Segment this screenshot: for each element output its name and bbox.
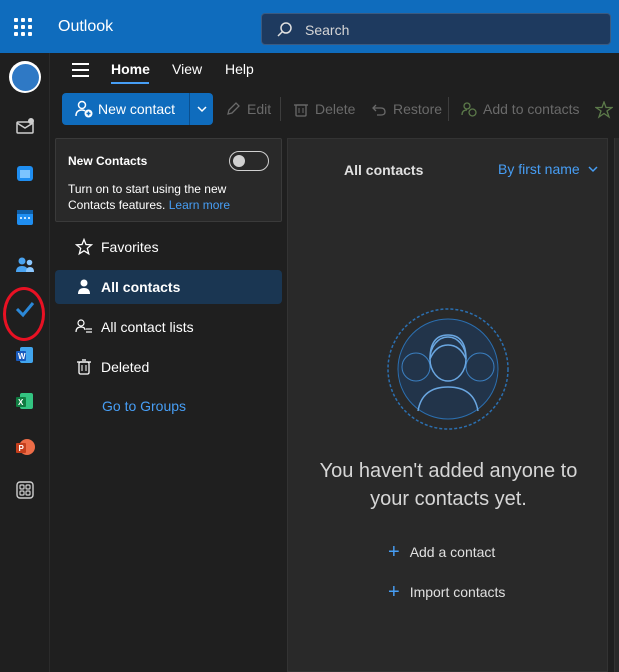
delete-button[interactable]: Delete (293, 101, 355, 117)
nav-item-all-contacts[interactable]: All contacts (55, 270, 282, 304)
edit-button[interactable]: Edit (225, 101, 271, 117)
search-input[interactable]: Search (305, 22, 349, 38)
chevron-down-icon (196, 106, 207, 113)
svg-text:P: P (19, 444, 25, 453)
nav-item-favorites[interactable]: Favorites (55, 230, 282, 264)
app-title: Outlook (58, 18, 114, 35)
empty-message: You haven't added anyone to your contact… (319, 460, 578, 510)
powerpoint-icon[interactable]: P (11, 433, 39, 461)
new-contact-label: New contact (98, 101, 176, 117)
nav-item-deleted[interactable]: Deleted (55, 350, 282, 384)
people-icon[interactable] (11, 251, 39, 279)
people-list-icon (75, 319, 92, 333)
add-person-icon (75, 100, 93, 118)
pencil-icon (227, 102, 240, 115)
card-title: New Contacts (68, 154, 148, 168)
search-box[interactable]: Search (261, 13, 611, 45)
sort-dropdown[interactable]: By first name (498, 161, 598, 177)
more-apps-icon[interactable] (11, 476, 39, 504)
top-bar: Outlook Search (0, 0, 619, 53)
empty-contacts-illustration (387, 308, 509, 430)
new-contact-dropdown[interactable] (189, 93, 213, 125)
restore-button[interactable]: Restore (371, 101, 442, 117)
ribbon: New contact Edit Delete Restore Add to c… (50, 89, 619, 129)
new-contacts-toggle[interactable] (229, 151, 269, 171)
star-add-icon (595, 101, 613, 119)
add-a-contact-link[interactable]: + Add a contact (388, 541, 495, 563)
calendar-icon[interactable] (11, 203, 39, 231)
contacts-list-pane: All contacts By first name You haven't a… (287, 138, 608, 672)
plus-icon: + (388, 581, 400, 603)
mail-icon[interactable] (11, 113, 39, 141)
import-contacts-link[interactable]: + Import contacts (388, 581, 505, 603)
tab-help[interactable]: Help (225, 61, 254, 77)
trash-icon (294, 104, 308, 117)
app-launcher-icon[interactable] (12, 16, 34, 38)
tab-view[interactable]: View (172, 61, 202, 77)
detail-pane-edge (614, 138, 619, 672)
new-contact-button[interactable]: New contact (62, 93, 189, 125)
app-rail: W X P (0, 53, 50, 672)
word-icon[interactable]: W (11, 341, 39, 369)
svg-text:W: W (18, 352, 26, 361)
todo-icon[interactable] (11, 295, 39, 323)
copilot-icon[interactable] (9, 61, 41, 93)
tab-home[interactable]: Home (111, 61, 150, 77)
ribbon-divider (448, 97, 449, 121)
plus-icon: + (388, 541, 400, 563)
calendar-app-icon[interactable] (11, 159, 39, 187)
menu-bar: Home View Help (50, 53, 619, 89)
card-description: Turn on to start using the new Contacts … (68, 182, 231, 212)
add-to-contacts-button[interactable]: Add to contacts (461, 101, 580, 117)
add-favorite-button[interactable] (595, 101, 619, 119)
list-header: All contacts (344, 162, 424, 178)
search-icon (277, 22, 292, 37)
star-icon (75, 238, 93, 256)
svg-text:X: X (18, 398, 24, 407)
add-person-icon (461, 102, 477, 117)
learn-more-link[interactable]: Learn more (169, 198, 230, 212)
new-contacts-card: New Contacts Turn on to start using the … (55, 138, 282, 222)
tab-home-indicator (111, 82, 149, 84)
trash-icon (77, 359, 91, 375)
undo-icon (372, 104, 386, 116)
ribbon-divider (280, 97, 281, 121)
hamburger-icon[interactable] (72, 63, 89, 77)
nav-item-all-contact-lists[interactable]: All contact lists (55, 310, 282, 344)
excel-icon[interactable]: X (11, 387, 39, 415)
go-to-groups-link[interactable]: Go to Groups (102, 398, 186, 414)
chevron-down-icon (588, 166, 598, 173)
person-icon (78, 279, 90, 294)
